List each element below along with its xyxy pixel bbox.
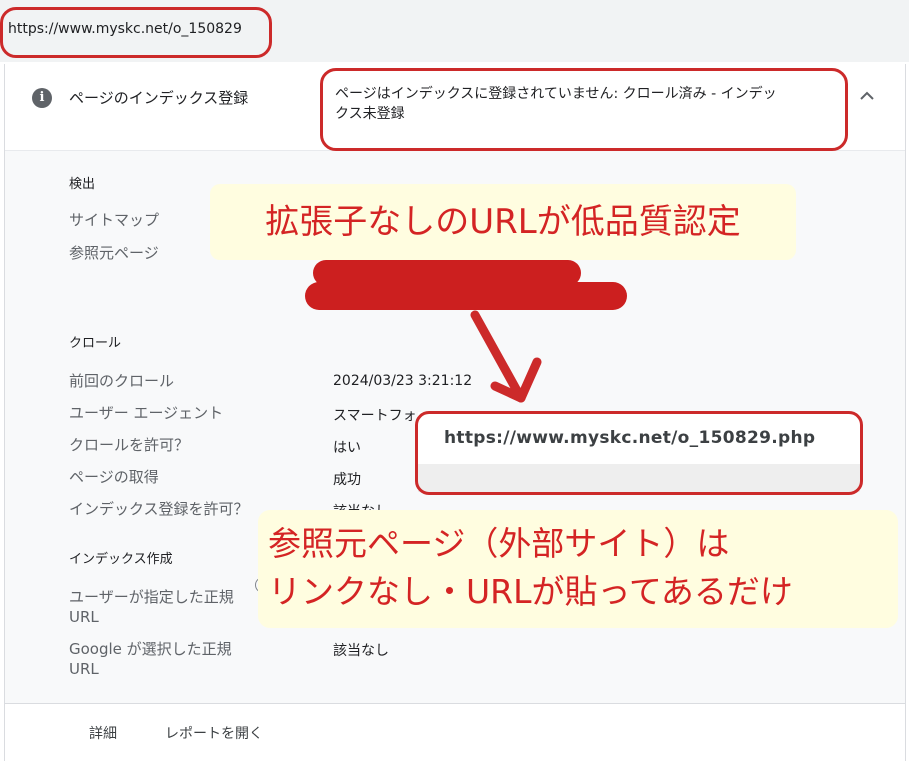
- indexing-section-title: インデックス作成: [69, 552, 173, 567]
- google-canonical-line-1: Google が選択した正規: [69, 640, 232, 658]
- last-crawl-value: 2024/03/23 3:21:12: [333, 373, 473, 389]
- user-canonical-label: ユーザーが指定した正規 URL: [69, 587, 234, 627]
- open-report-button[interactable]: レポートを開く: [165, 723, 263, 743]
- crawl-allowed-label: クロールを許可？: [69, 436, 190, 454]
- callout-referrer-note: 参照元ページ（外部サイト）は リンクなし・URLが貼ってあるだけ: [258, 510, 898, 628]
- popup-highlight-box: [415, 411, 863, 495]
- page-fetch-label: ページの取得: [69, 468, 159, 486]
- arrow-down-right-icon: [470, 310, 542, 403]
- crawl-section-title: クロール: [69, 336, 122, 351]
- user-agent-value: スマートフォ: [333, 408, 417, 424]
- page-fetch-value: 成功: [333, 472, 361, 488]
- user-agent-label: ユーザー エージェント: [69, 404, 224, 422]
- status-highlight-box: [320, 68, 848, 151]
- sitemap-label: サイトマップ: [69, 211, 160, 229]
- crawl-allowed-value: はい: [333, 440, 361, 456]
- detection-section-title: 検出: [69, 177, 96, 192]
- details-button[interactable]: 詳細: [89, 723, 117, 743]
- page-indexing-label: ページのインデックス登録: [69, 89, 249, 107]
- last-crawl-label: 前回のクロール: [69, 372, 175, 390]
- callout-referrer-line-1: 参照元ページ（外部サイト）は: [268, 524, 730, 563]
- user-canonical-line-2: URL: [69, 608, 99, 626]
- google-canonical-label: Google が選択した正規 URL: [69, 639, 232, 679]
- google-canonical-line-2: URL: [69, 660, 99, 678]
- card-footer: 詳細 レポートを開く: [5, 703, 905, 762]
- info-icon: i: [32, 88, 52, 108]
- user-canonical-line-1: ユーザーが指定した正規: [69, 588, 234, 606]
- indexing-allowed-label: インデックス登録を許可？: [69, 500, 249, 518]
- referrer-label: 参照元ページ: [69, 244, 159, 262]
- chevron-up-icon[interactable]: [860, 86, 874, 105]
- google-canonical-value: 該当なし: [333, 643, 389, 659]
- callout-low-quality: 拡張子なしのURLが低品質認定: [210, 184, 796, 260]
- url-highlight-box: [0, 7, 272, 58]
- callout-referrer-line-2: リンクなし・URLが貼ってあるだけ: [268, 572, 793, 611]
